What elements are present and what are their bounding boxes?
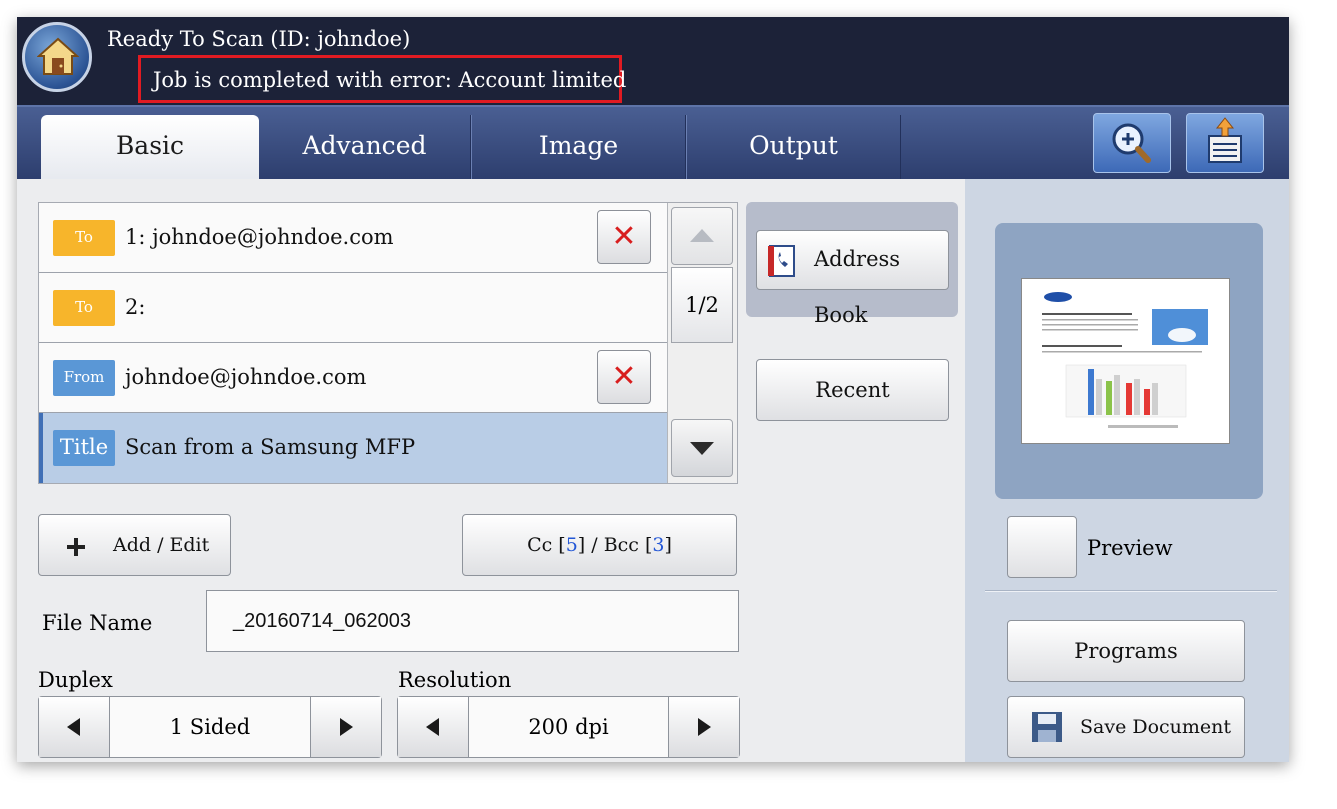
email-title: Scan from a Samsung MFP [125,435,416,459]
duplex-value: 1 Sided [169,715,251,739]
duplex-next-button[interactable] [310,697,381,757]
page-indicator: 1/2 [671,267,733,343]
tab-basic[interactable]: Basic [41,115,259,181]
down-arrow-icon [690,442,714,455]
left-arrow-icon [426,718,439,736]
sender-address: johndoe@johndoe.com [125,365,367,389]
list-item[interactable]: From johndoe@johndoe.com ✕ [39,343,667,413]
home-button[interactable] [22,22,92,92]
tab-output[interactable]: Output [686,115,901,181]
scroll-up-button[interactable] [671,207,733,265]
duplex-label: Duplex [38,668,113,692]
bcc-count: 3 [652,534,665,556]
close-icon: ✕ [611,219,637,254]
scroll-down-button[interactable] [671,419,733,477]
file-name-label: File Name [42,611,153,635]
home-icon [37,37,79,75]
file-name-field[interactable]: _20160714_062003 [206,590,739,652]
resolution-stepper: 200 dpi [397,696,740,758]
zoom-button[interactable] [1093,113,1171,173]
recipient-address: 2: [125,295,146,319]
error-message: Job is completed with error: Account lim… [153,68,627,92]
duplex-prev-button[interactable] [39,697,110,757]
recipient-list: To 1: johndoe@johndoe.com ✕ To 2: From j… [38,202,738,484]
job-list-icon [1208,117,1242,163]
header-bar: Ready To Scan (ID: johndoe) Job is compl… [17,17,1289,105]
cc-bcc-button[interactable]: Cc [5] / Bcc [3] [462,514,737,576]
title-badge: Title [53,430,115,466]
add-edit-label: Add / Edit [113,534,210,556]
scan-status-title: Ready To Scan (ID: johndoe) [107,27,411,51]
error-message-box: Job is completed with error: Account lim… [138,55,626,103]
cc-count: 5 [565,534,578,556]
job-status-button[interactable] [1186,113,1264,173]
recent-button[interactable]: Recent [756,359,949,421]
close-icon: ✕ [611,359,637,394]
to-badge: To [53,290,115,326]
left-arrow-icon [67,718,80,736]
sidebar-divider [985,590,1277,592]
programs-button[interactable]: Programs [1007,620,1245,682]
list-item[interactable]: To 1: johndoe@johndoe.com ✕ [39,203,667,273]
right-arrow-icon [698,718,711,736]
from-badge: From [53,360,115,396]
document-thumbnail-panel [995,223,1263,499]
tab-advanced[interactable]: Advanced [259,115,471,181]
recipient-address: 1: johndoe@johndoe.com [125,225,394,249]
list-item[interactable]: To 2: [39,273,667,343]
list-item[interactable]: Title Scan from a Samsung MFP [39,413,667,483]
to-badge: To [53,220,115,256]
address-book-icon [768,245,795,277]
resolution-next-button[interactable] [668,697,739,757]
remove-recipient-button[interactable]: ✕ [597,210,651,264]
save-document-label: Save Document [1080,716,1232,738]
right-arrow-icon [340,718,353,736]
tab-image[interactable]: Image [471,115,686,181]
resolution-value: 200 dpi [528,715,609,739]
recipient-scrollbar: 1/2 [667,203,737,483]
resolution-label: Resolution [398,668,512,692]
preview-label: Preview [1087,536,1173,560]
zoom-in-icon [1112,123,1151,163]
basic-tab-panel: To 1: johndoe@johndoe.com ✕ To 2: From j… [17,179,965,762]
bcc-label: Bcc [603,534,639,556]
remove-sender-button[interactable]: ✕ [597,350,651,404]
tab-bar: Basic Advanced Image Output [17,105,1289,181]
save-document-button[interactable]: Save Document [1007,696,1245,758]
cc-label: Cc [527,534,553,556]
resolution-prev-button[interactable] [398,697,469,757]
duplex-stepper: 1 Sided [38,696,382,758]
scan-app-window: Ready To Scan (ID: johndoe) Job is compl… [17,17,1289,762]
save-icon [1032,712,1062,742]
up-arrow-icon [690,229,714,242]
plus-icon [67,538,85,556]
add-edit-button[interactable]: Add / Edit [38,514,231,576]
address-book-button[interactable]: Address Book [756,230,949,327]
preview-sidebar: Preview Programs Save Document [965,179,1289,762]
preview-checkbox[interactable] [1007,516,1077,578]
document-preview-image [1042,292,1208,428]
document-thumbnail[interactable] [1021,278,1230,444]
